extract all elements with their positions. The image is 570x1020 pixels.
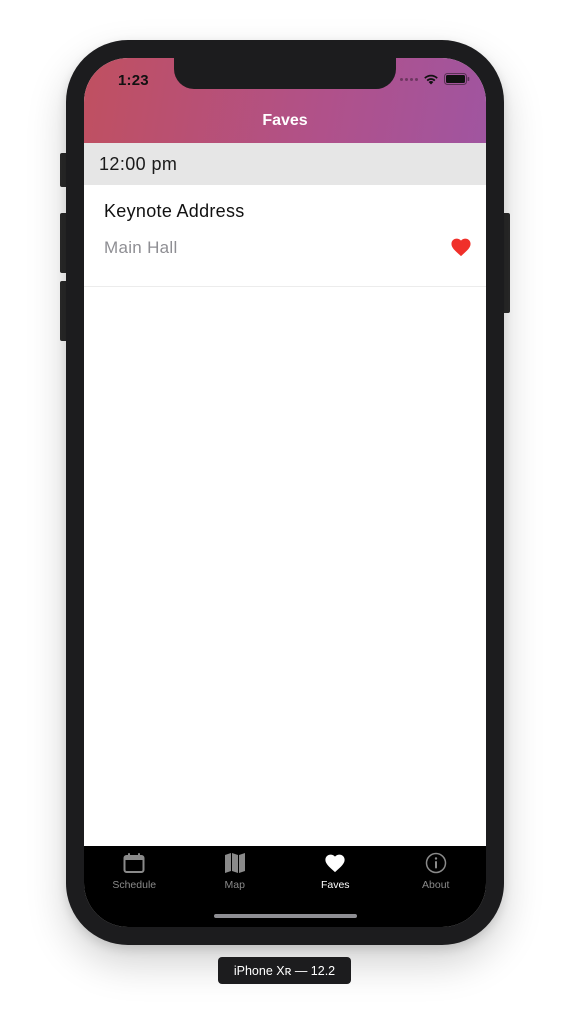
tab-label: Map bbox=[224, 879, 245, 891]
cellular-signal-icon bbox=[400, 77, 418, 81]
app-header: 1:23 Faves bbox=[84, 58, 486, 143]
tab-about[interactable]: About bbox=[386, 846, 487, 927]
battery-icon bbox=[444, 73, 470, 85]
heart-icon bbox=[325, 854, 345, 873]
tab-label: Schedule bbox=[112, 879, 157, 891]
nav-title: Faves bbox=[262, 112, 308, 129]
heart-icon[interactable] bbox=[450, 237, 472, 257]
session-location: Main Hall bbox=[104, 238, 178, 257]
info-icon bbox=[425, 852, 446, 874]
status-time: 1:23 bbox=[118, 72, 149, 89]
notch bbox=[174, 58, 396, 89]
map-icon bbox=[224, 853, 245, 873]
session-list-item[interactable]: Keynote Address Main Hall bbox=[84, 185, 486, 287]
phone-screen: 1:23 Faves 12:00 pm Keynote Address Main… bbox=[84, 58, 486, 927]
tab-label: About bbox=[422, 879, 450, 891]
tab-label: Faves bbox=[320, 879, 350, 891]
wifi-icon bbox=[424, 74, 438, 85]
phone-frame: 1:23 Faves 12:00 pm Keynote Address Main… bbox=[66, 40, 504, 945]
home-indicator[interactable] bbox=[214, 914, 357, 918]
session-title: Keynote Address bbox=[104, 201, 245, 221]
section-header: 12:00 pm bbox=[84, 143, 486, 185]
section-time-label: 12:00 pm bbox=[99, 153, 178, 174]
simulator-stage: 1:23 Faves 12:00 pm Keynote Address Main… bbox=[0, 0, 570, 1020]
calendar-icon bbox=[123, 853, 145, 873]
status-indicators bbox=[400, 73, 470, 85]
tab-schedule[interactable]: Schedule bbox=[84, 846, 185, 927]
device-label: iPhone Xʀ — 12.2 bbox=[218, 957, 351, 984]
